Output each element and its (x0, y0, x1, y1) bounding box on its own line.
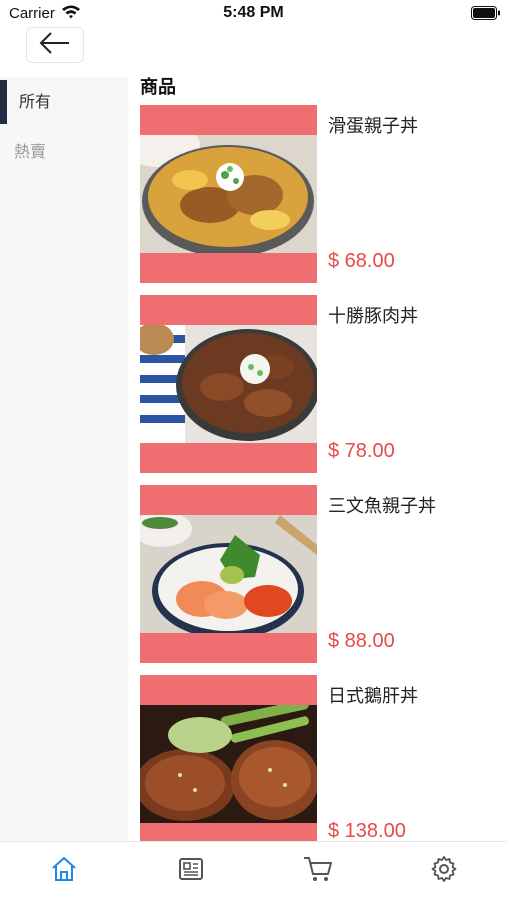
product-name: 滑蛋親子丼 (328, 116, 418, 137)
tab-news[interactable] (176, 856, 206, 886)
category-item-all[interactable]: 所有 (0, 77, 128, 127)
product-price: $ 88.00 (328, 630, 395, 652)
product-item[interactable]: 日式鵝肝丼 $ 138.00 (140, 675, 507, 841)
tab-settings[interactable] (429, 856, 459, 886)
back-button[interactable] (26, 27, 84, 63)
product-name: 三文魚親子丼 (328, 496, 436, 517)
product-image[interactable] (140, 105, 317, 283)
product-name: 日式鵝肝丼 (328, 686, 418, 707)
newspaper-icon (177, 855, 205, 887)
product-image[interactable] (140, 675, 317, 841)
product-price: $ 68.00 (328, 250, 395, 272)
product-price: $ 138.00 (328, 820, 406, 841)
product-list[interactable]: 滑蛋親子丼 $ 68.00 十勝豚肉丼 $ 78.00 三文魚親子丼 $ 88.… (140, 105, 507, 841)
category-sidebar: 所有 熱賣 (0, 77, 128, 841)
arrow-left-icon (38, 32, 72, 58)
bottom-tab-bar (0, 841, 507, 901)
gear-icon (430, 855, 458, 887)
product-price: $ 78.00 (328, 440, 395, 462)
product-name: 十勝豚肉丼 (328, 306, 418, 327)
product-item[interactable]: 三文魚親子丼 $ 88.00 (140, 485, 507, 675)
tab-home[interactable] (49, 856, 79, 886)
category-label: 熱賣 (14, 142, 47, 161)
product-image[interactable] (140, 295, 317, 473)
home-icon (50, 855, 78, 887)
cart-icon (303, 855, 333, 887)
product-item[interactable]: 十勝豚肉丼 $ 78.00 (140, 295, 507, 485)
battery-icon (471, 6, 501, 25)
product-item[interactable]: 滑蛋親子丼 $ 68.00 (140, 105, 507, 295)
category-item-hot[interactable]: 熱賣 (0, 127, 128, 177)
product-image[interactable] (140, 485, 317, 663)
category-label: 所有 (19, 92, 52, 111)
tab-cart[interactable] (303, 856, 333, 886)
section-title: 商品 (140, 77, 176, 98)
status-bar: Carrier 5:48 PM (0, 0, 507, 26)
clock-label: 5:48 PM (223, 4, 284, 21)
